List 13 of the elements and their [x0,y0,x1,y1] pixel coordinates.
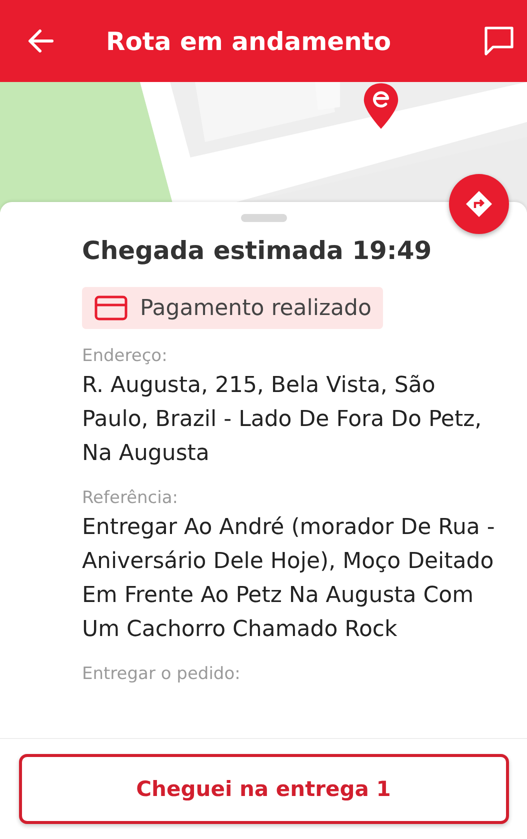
field-label: Endereço: [82,345,168,368]
screen-title: Rota em andamento [106,26,392,56]
arrival-estimate: Chegada estimada 19:49 [82,236,433,265]
field-value: Entregar Ao André (morador De Rua - Aniversário Dele Hoje), Moço Deitado Em Frente Ao Petz Na Augusta Com Um Cachorro Chamado Rock [82,514,496,644]
drag-handle[interactable] [240,214,286,222]
card-icon [94,295,128,321]
chat-icon[interactable] [483,25,515,57]
field-value: R. Augusta, 215, Bela Vista, São Paulo, Brazil - Lado De Fora Do Petz, Na Augusta [82,372,483,468]
turn-arrow-icon [464,189,494,219]
arrived-button[interactable]: Cheguei na entrega 1 [18,754,508,824]
field-label: Referência: [82,487,180,510]
payment-label: Pagamento realizado [140,296,372,320]
field-label: Entregar o pedido: [82,663,242,686]
